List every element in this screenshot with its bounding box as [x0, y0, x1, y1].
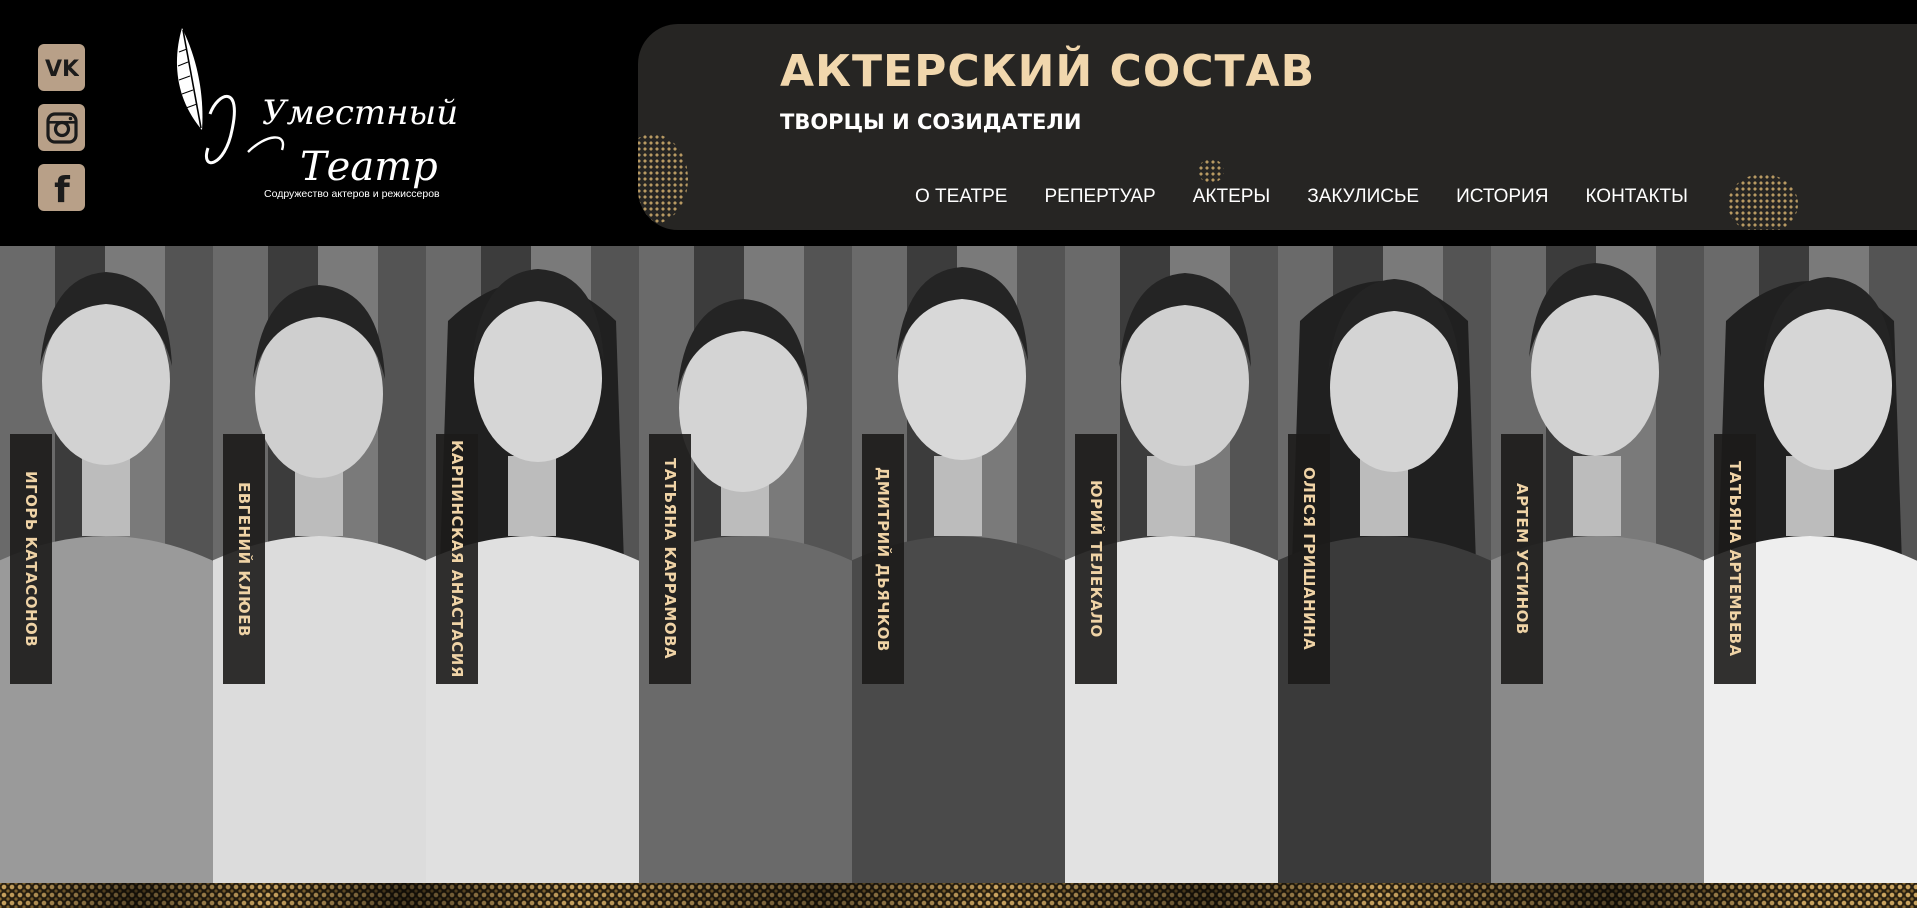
actor-name-tag: ИГОРЬ КАТАСОНОВ [10, 434, 52, 684]
actor-name: ЕВГЕНИЙ КЛЮЕВ [235, 481, 253, 637]
actor-name: ИГОРЬ КАТАСОНОВ [22, 470, 40, 648]
instagram-link[interactable] [38, 104, 85, 151]
halftone-decoration [638, 134, 688, 224]
actor-card[interactable]: КАРПИНСКАЯ АНАСТАСИЯ [426, 246, 639, 883]
quill-icon [176, 28, 203, 130]
actor-card[interactable]: ЮРИЙ ТЕЛЕКАЛО [1065, 246, 1278, 883]
vk-link[interactable]: VK [38, 44, 85, 91]
theatre-logo[interactable]: Уместный Театр Содружество актеров и реж… [170, 22, 470, 207]
actor-name-tag: ЮРИЙ ТЕЛЕКАЛО [1075, 434, 1117, 684]
cast-gallery: ИГОРЬ КАТАСОНОВ ЕВГЕНИЙ КЛЮЕВ КАРПИНСКАЯ… [0, 246, 1917, 883]
actor-card[interactable]: ТАТЬЯНА АРТЕМЬЕВА [1704, 246, 1917, 883]
actor-name-tag: ТАТЬЯНА АРТЕМЬЕВА [1714, 434, 1756, 684]
nav-item-repertoire[interactable]: РЕПЕРТУАР [1044, 186, 1155, 208]
facebook-icon: f [54, 170, 70, 207]
actor-name-tag: ДМИТРИЙ ДЬЯЧКОВ [862, 434, 904, 684]
logo-line1: Уместный [262, 93, 458, 133]
actor-name-tag: ОЛЕСЯ ГРИШАНИНА [1288, 434, 1330, 684]
actor-name-tag: АРТЕМ УСТИНОВ [1501, 434, 1543, 684]
social-links: VK f [38, 44, 85, 224]
logo-tagline: Содружество актеров и режиссеров [264, 188, 440, 200]
actor-name: ТАТЬЯНА КАРРАМОВА [661, 458, 679, 660]
main-nav: О ТЕАТРЕ РЕПЕРТУАР АКТЕРЫ ЗАКУЛИСЬЕ ИСТО… [915, 186, 1725, 208]
actor-name: ТАТЬЯНА АРТЕМЬЕВА [1726, 461, 1744, 657]
actor-name: АРТЕМ УСТИНОВ [1513, 483, 1531, 635]
nav-item-about[interactable]: О ТЕАТРЕ [915, 186, 1007, 208]
actor-card[interactable]: ИГОРЬ КАТАСОНОВ [0, 246, 213, 883]
nav-item-history[interactable]: ИСТОРИЯ [1456, 186, 1548, 208]
actor-card[interactable]: АРТЕМ УСТИНОВ [1491, 246, 1704, 883]
actor-name: ОЛЕСЯ ГРИШАНИНА [1300, 467, 1318, 651]
actor-name: ЮРИЙ ТЕЛЕКАЛО [1087, 480, 1105, 638]
page-title: АКТЕРСКИЙ СОСТАВ [780, 46, 1316, 97]
actor-card[interactable]: ОЛЕСЯ ГРИШАНИНА [1278, 246, 1491, 883]
halftone-decoration [1198, 159, 1224, 183]
actor-name-tag: КАРПИНСКАЯ АНАСТАСИЯ [436, 434, 478, 684]
page-subtitle: ТВОРЦЫ И СОЗИДАТЕЛИ [780, 110, 1082, 134]
actor-name-tag: ТАТЬЯНА КАРРАМОВА [649, 434, 691, 684]
svg-text:f: f [54, 170, 70, 207]
actor-name-tag: ЕВГЕНИЙ КЛЮЕВ [223, 434, 265, 684]
actor-card[interactable]: ТАТЬЯНА КАРРАМОВА [639, 246, 852, 883]
actor-card[interactable]: ЕВГЕНИЙ КЛЮЕВ [213, 246, 426, 883]
nav-item-backstage[interactable]: ЗАКУЛИСЬЕ [1307, 186, 1419, 208]
logo-line2: Театр [300, 144, 438, 190]
svg-text:VK: VK [45, 57, 79, 81]
actor-name: ДМИТРИЙ ДЬЯЧКОВ [874, 466, 892, 652]
nav-item-actors[interactable]: АКТЕРЫ [1193, 186, 1271, 208]
halftone-decoration [1728, 174, 1798, 230]
instagram-icon [45, 111, 78, 144]
actor-card[interactable]: ДМИТРИЙ ДЬЯЧКОВ [852, 246, 1065, 883]
decorative-footer-strip [0, 883, 1917, 908]
facebook-link[interactable]: f [38, 164, 85, 211]
actor-name: КАРПИНСКАЯ АНАСТАСИЯ [448, 440, 466, 678]
nav-item-contacts[interactable]: КОНТАКТЫ [1585, 186, 1688, 208]
vk-icon: VK [45, 57, 79, 81]
